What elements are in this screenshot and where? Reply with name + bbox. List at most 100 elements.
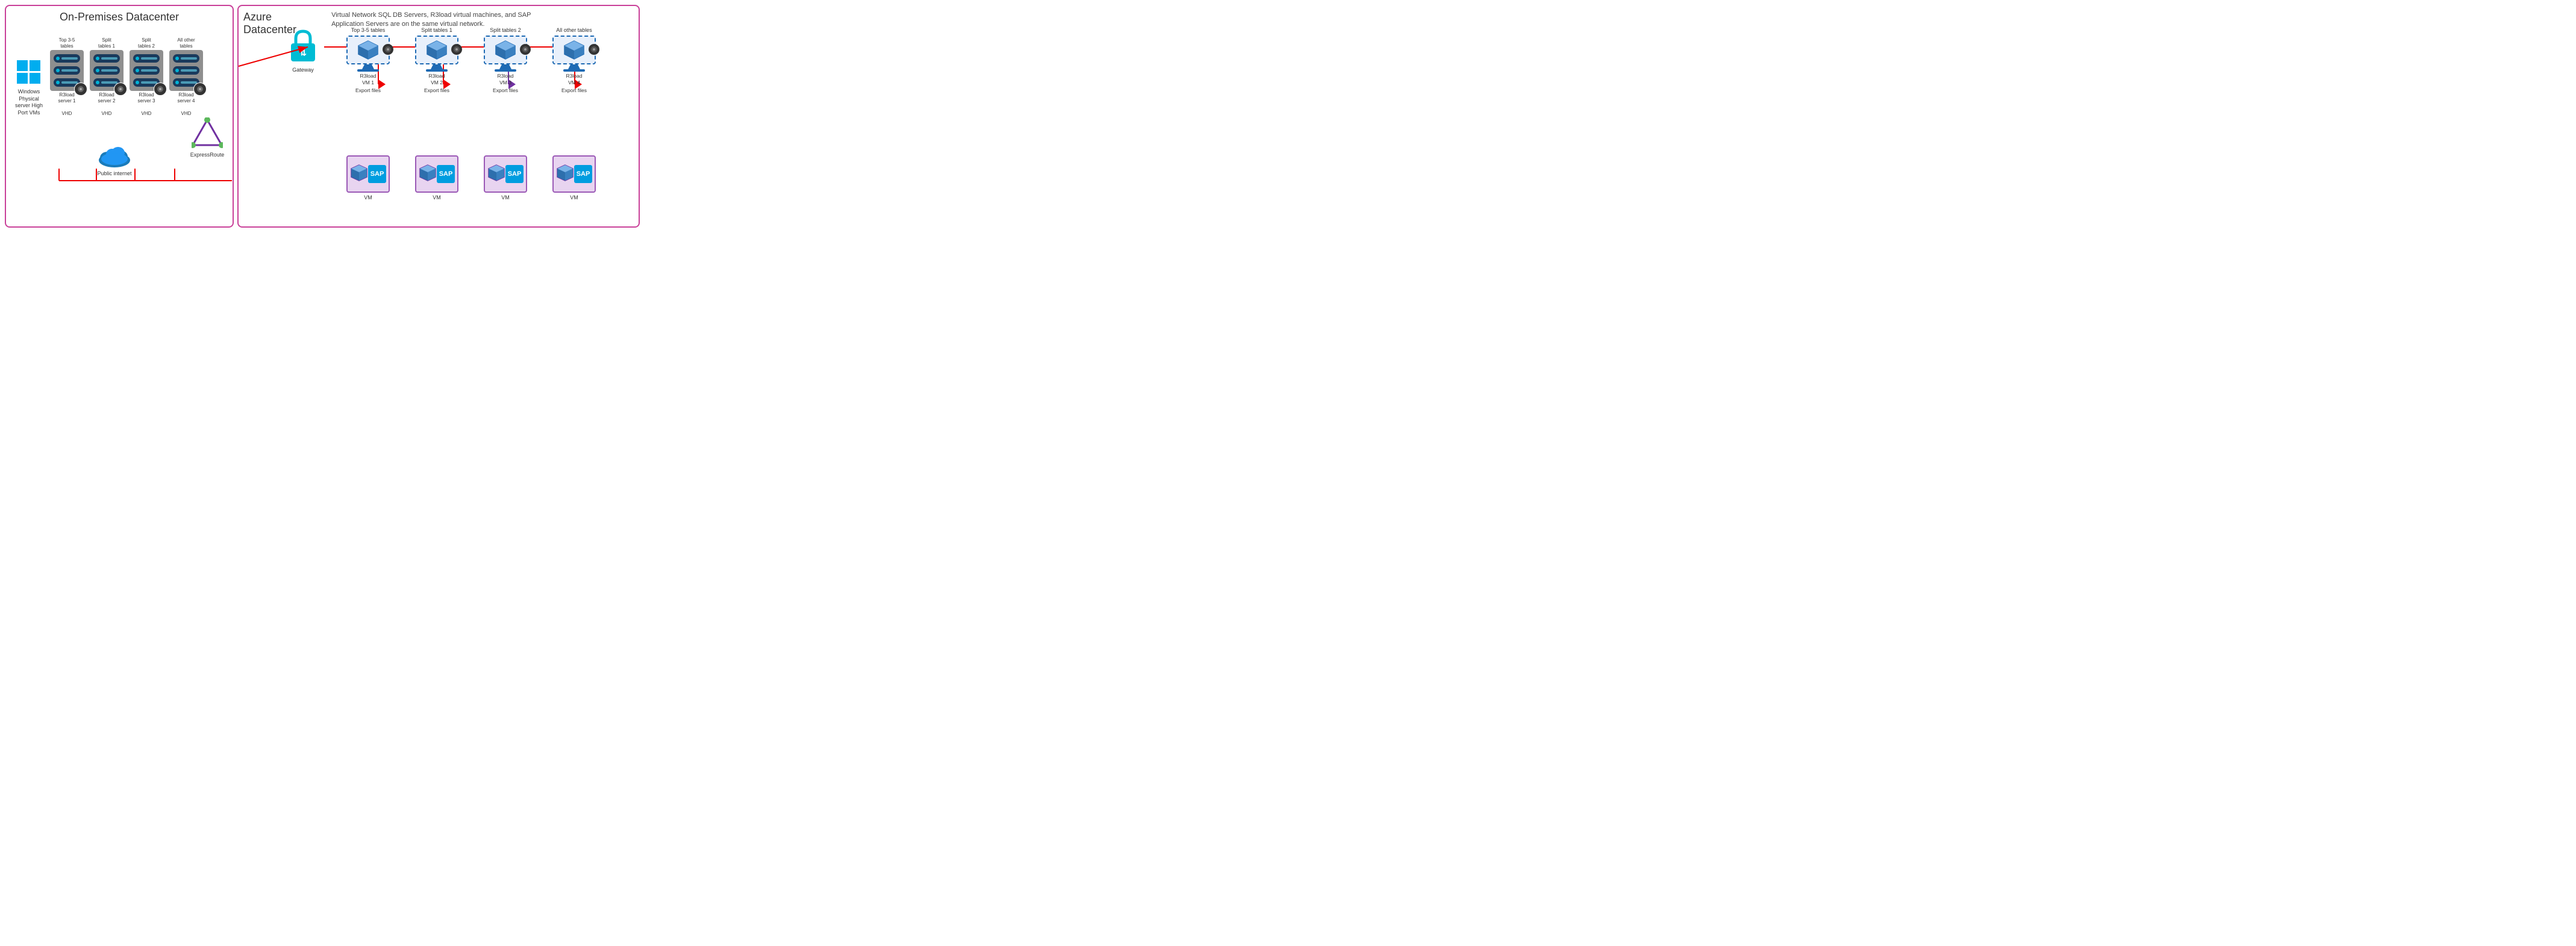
- vhd-label-4: VHD: [181, 111, 192, 116]
- public-internet-label: Public internet: [90, 170, 139, 176]
- disk-bar: [101, 81, 117, 84]
- monitor-stand-3: [499, 64, 511, 69]
- disk-dot: [96, 69, 99, 72]
- vm-top-label-4: All other tables: [556, 27, 592, 33]
- disk-dot: [136, 57, 139, 60]
- disk-bar: [181, 57, 197, 60]
- vm-top-label-3: Split tables 2: [490, 27, 521, 33]
- sap-cube-4: [556, 164, 574, 184]
- monitor-wrapper-2: [415, 36, 458, 72]
- disk-dot: [56, 81, 60, 84]
- windows-logo-icon: [17, 60, 41, 84]
- server-wrapper-3: [130, 50, 163, 91]
- sap-logo-4: SAP: [574, 165, 592, 183]
- server-bottom-label-1: R3loadserver 1: [58, 92, 76, 105]
- disk-icon-3: [520, 44, 531, 55]
- export-label-3: Export files: [493, 87, 518, 93]
- sap-vm-group-4: SAP VM: [544, 155, 604, 201]
- azure-vm-group-2: Split tables 1: [407, 27, 467, 93]
- cube-icon-2: [426, 40, 448, 60]
- vm-top-label-1: Top 3-5 tables: [351, 27, 386, 33]
- sap-vm-groups: SAP VM SAP VM: [338, 155, 604, 201]
- cube-icon-4: [563, 40, 585, 60]
- server-top-label-1: Top 3-5tables: [59, 37, 75, 50]
- expressroute-icon: [192, 117, 223, 149]
- server-disk-3b: [133, 66, 160, 75]
- servers-row: Top 3-5tables: [48, 36, 205, 116]
- server-disk-2a: [93, 54, 120, 63]
- monitor-base-4: [563, 69, 585, 72]
- disk-bar: [61, 57, 78, 60]
- server-group-1: Top 3-5tables: [48, 36, 86, 116]
- vhd-icon-3: [154, 82, 167, 96]
- server-group-4: All othertables: [167, 36, 205, 116]
- r3load-label-4: R3loadVM 4: [566, 73, 583, 86]
- server-top-label-4: All othertables: [177, 37, 195, 50]
- server-disk-4b: [173, 66, 199, 75]
- windows-label: Windows Physical server High Port VMs: [11, 89, 47, 117]
- disk-bar: [181, 81, 197, 84]
- on-premises-box: On-Premises Datacenter Windows Physical …: [5, 5, 234, 228]
- disk-bar: [101, 69, 117, 72]
- server-group-3: Splittables 2: [128, 36, 165, 116]
- azure-vm-group-3: Split tables 2: [475, 27, 536, 93]
- monitor-stand-1: [362, 64, 374, 69]
- sap-vm-label-1: VM: [364, 194, 372, 201]
- sap-logo-1: SAP: [368, 165, 386, 183]
- disk-dot: [56, 57, 60, 60]
- monitor-wrapper-1: [346, 36, 390, 72]
- server-disk-1b: [54, 66, 80, 75]
- azure-vm-groups: Top 3-5 tables: [338, 27, 604, 93]
- server-disk-4a: [173, 54, 199, 63]
- server-bottom-label-3: R3loadserver 3: [138, 92, 155, 105]
- main-container: On-Premises Datacenter Windows Physical …: [0, 0, 645, 237]
- sap-box-4: SAP: [552, 155, 596, 193]
- sap-vm-group-3: SAP VM: [475, 155, 536, 201]
- expressroute-label: ExpressRoute: [186, 152, 229, 158]
- public-internet-group: Public internet: [90, 145, 139, 176]
- server-top-label-2: Splittables 1: [98, 37, 115, 50]
- disk-icon-1: [383, 44, 393, 55]
- sap-vm-label-3: VM: [501, 194, 510, 201]
- vhd-label-1: VHD: [62, 111, 72, 116]
- export-label-2: Export files: [424, 87, 449, 93]
- server-wrapper-4: [169, 50, 203, 91]
- server-wrapper-2: [90, 50, 123, 91]
- sap-vm-group-1: SAP VM: [338, 155, 398, 201]
- disk-bar: [61, 81, 78, 84]
- sap-box-3: SAP: [484, 155, 527, 193]
- sap-vm-group-2: SAP VM: [407, 155, 467, 201]
- disk-icon-4: [589, 44, 599, 55]
- monitor-base-1: [357, 69, 379, 72]
- on-premises-title: On-Premises Datacenter: [11, 11, 228, 23]
- disk-icon-2: [451, 44, 462, 55]
- disk-dot: [96, 81, 99, 84]
- server-disk-3a: [133, 54, 160, 63]
- sap-vm-label-4: VM: [570, 194, 578, 201]
- gateway-group: ⇅ Gateway: [282, 29, 324, 73]
- gateway-label: Gateway: [282, 67, 324, 73]
- sap-cube-2: [419, 164, 437, 184]
- azure-vm-group-1: Top 3-5 tables: [338, 27, 398, 93]
- sap-vm-label-2: VM: [433, 194, 441, 201]
- server-group-2: Splittables 1: [88, 36, 125, 116]
- sap-cube-1: [350, 164, 368, 184]
- azure-vm-group-4: All other tables: [544, 27, 604, 93]
- server-bottom-label-2: R3loadserver 2: [98, 92, 116, 105]
- r3load-label-1: R3loadVM 1: [360, 73, 377, 86]
- server-wrapper-1: [50, 50, 84, 91]
- disk-dot: [96, 57, 99, 60]
- disk-dot: [136, 69, 139, 72]
- monitor-wrapper-4: [552, 36, 596, 72]
- disk-bar: [181, 69, 197, 72]
- monitor-base-3: [495, 69, 516, 72]
- r3load-label-2: R3loadVM 2: [429, 73, 445, 86]
- disk-dot: [175, 57, 179, 60]
- disk-dot: [175, 69, 179, 72]
- export-label-4: Export files: [561, 87, 587, 93]
- azure-box: Azure Datacenter Virtual Network SQL DB …: [237, 5, 640, 228]
- r3load-label-3: R3loadVM 3: [498, 73, 514, 86]
- export-label-1: Export files: [355, 87, 381, 93]
- sap-box-2: SAP: [415, 155, 458, 193]
- monitor-wrapper-3: [484, 36, 527, 72]
